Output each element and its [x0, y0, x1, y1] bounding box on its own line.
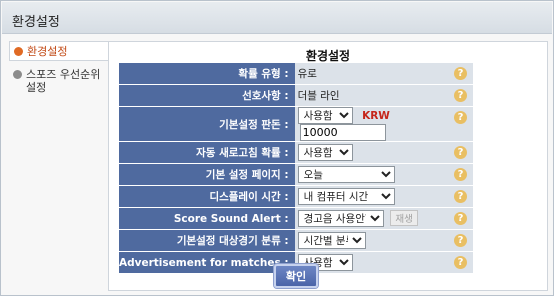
setting-label: 기본 설정 페이지 :	[119, 164, 295, 185]
confirm-button[interactable]: 확인	[274, 264, 318, 288]
setting-label: 확률 유형 :	[119, 63, 295, 84]
display-time-select[interactable]: 내 컴퓨터 시간	[297, 188, 395, 205]
score-alert-select[interactable]: 경고음 사용안함	[297, 210, 384, 228]
help-icon[interactable]: ?	[454, 67, 467, 80]
setting-row-preference: 선호사항 : 더블 라인 ?	[119, 85, 473, 106]
setting-label: 선호사항 :	[119, 85, 295, 106]
setting-row-default-page: 기본 설정 페이지 : 오늘 ?	[119, 164, 473, 185]
gray-bullet-icon	[13, 70, 22, 79]
setting-value-cell: 유로 ?	[294, 63, 473, 84]
settings-panel: 환경설정 확률 유형 : 유로 ? 선호사항 : 더블 라인 ? 기본설정 판돈…	[108, 41, 548, 291]
setting-row-default-sort: 기본설정 대상경기 분류 : 시간별 분류 ?	[119, 230, 473, 251]
currency-label: KRW	[362, 109, 390, 122]
help-icon[interactable]: ?	[454, 212, 467, 225]
help-icon[interactable]: ?	[454, 190, 467, 203]
setting-label: 기본설정 대상경기 분류 :	[119, 230, 295, 251]
sidebar-item-settings[interactable]: 환경설정	[9, 41, 109, 61]
help-icon[interactable]: ?	[454, 256, 467, 269]
default-bet-select[interactable]: 사용함	[297, 107, 353, 124]
play-sound-button[interactable]: 재생	[390, 209, 419, 226]
setting-value-cell: 시간별 분류 ?	[294, 230, 473, 251]
setting-label: 디스플레이 시간 :	[119, 186, 295, 207]
setting-label: Score Sound Alert :	[119, 208, 295, 229]
setting-label: Advertisement for matches :	[119, 252, 295, 273]
sidebar-item-label: 스포즈 우선순위 설정	[26, 68, 101, 94]
preference-value: 더블 라인	[297, 90, 340, 102]
default-page-select[interactable]: 오늘	[297, 166, 395, 183]
setting-row-odds-type: 확률 유형 : 유로 ?	[119, 63, 473, 84]
setting-value-cell: 사용함 ?	[294, 142, 473, 163]
settings-window: 환경설정 환경설정 스포즈 우선순위 설정 환경설정 확률 유형 : 유로 ? …	[0, 0, 554, 296]
help-icon[interactable]: ?	[454, 89, 467, 102]
setting-row-score-alert: Score Sound Alert : 경고음 사용안함 재생 ?	[119, 208, 473, 229]
setting-label: 자동 새로고침 확률 :	[119, 142, 295, 163]
help-icon[interactable]: ?	[454, 168, 467, 181]
setting-label: 기본설정 판돈 :	[119, 107, 295, 141]
sidebar: 환경설정 스포즈 우선순위 설정	[9, 41, 109, 97]
settings-table: 확률 유형 : 유로 ? 선호사항 : 더블 라인 ? 기본설정 판돈 : 사용…	[119, 62, 473, 274]
sidebar-item-sports-priority[interactable]: 스포즈 우선순위 설정	[9, 65, 109, 97]
setting-value-cell: 사용함 KRW ?	[294, 107, 473, 141]
setting-value-cell: 경고음 사용안함 재생 ?	[294, 208, 473, 229]
setting-value-cell: 내 컴퓨터 시간 ?	[294, 186, 473, 207]
setting-value-cell: 사용함 ?	[294, 252, 473, 273]
setting-row-display-time: 디스플레이 시간 : 내 컴퓨터 시간 ?	[119, 186, 473, 207]
help-icon[interactable]: ?	[454, 111, 467, 124]
setting-row-default-bet: 기본설정 판돈 : 사용함 KRW ?	[119, 107, 473, 141]
setting-row-auto-refresh: 자동 새로고침 확률 : 사용함 ?	[119, 142, 473, 163]
orange-bullet-icon	[14, 46, 23, 56]
setting-value-cell: 오늘 ?	[294, 164, 473, 185]
bet-amount-input[interactable]	[299, 124, 386, 141]
auto-refresh-select[interactable]: 사용함	[297, 144, 353, 161]
sidebar-item-label: 환경설정	[27, 44, 68, 58]
setting-value-cell: 더블 라인 ?	[294, 85, 473, 106]
help-icon[interactable]: ?	[454, 234, 467, 247]
odds-type-value: 유로	[297, 68, 317, 80]
default-sort-select[interactable]: 시간별 분류	[297, 232, 366, 249]
window-title: 환경설정	[12, 15, 60, 30]
help-icon[interactable]: ?	[454, 146, 467, 159]
title-bar: 환경설정	[2, 2, 552, 34]
